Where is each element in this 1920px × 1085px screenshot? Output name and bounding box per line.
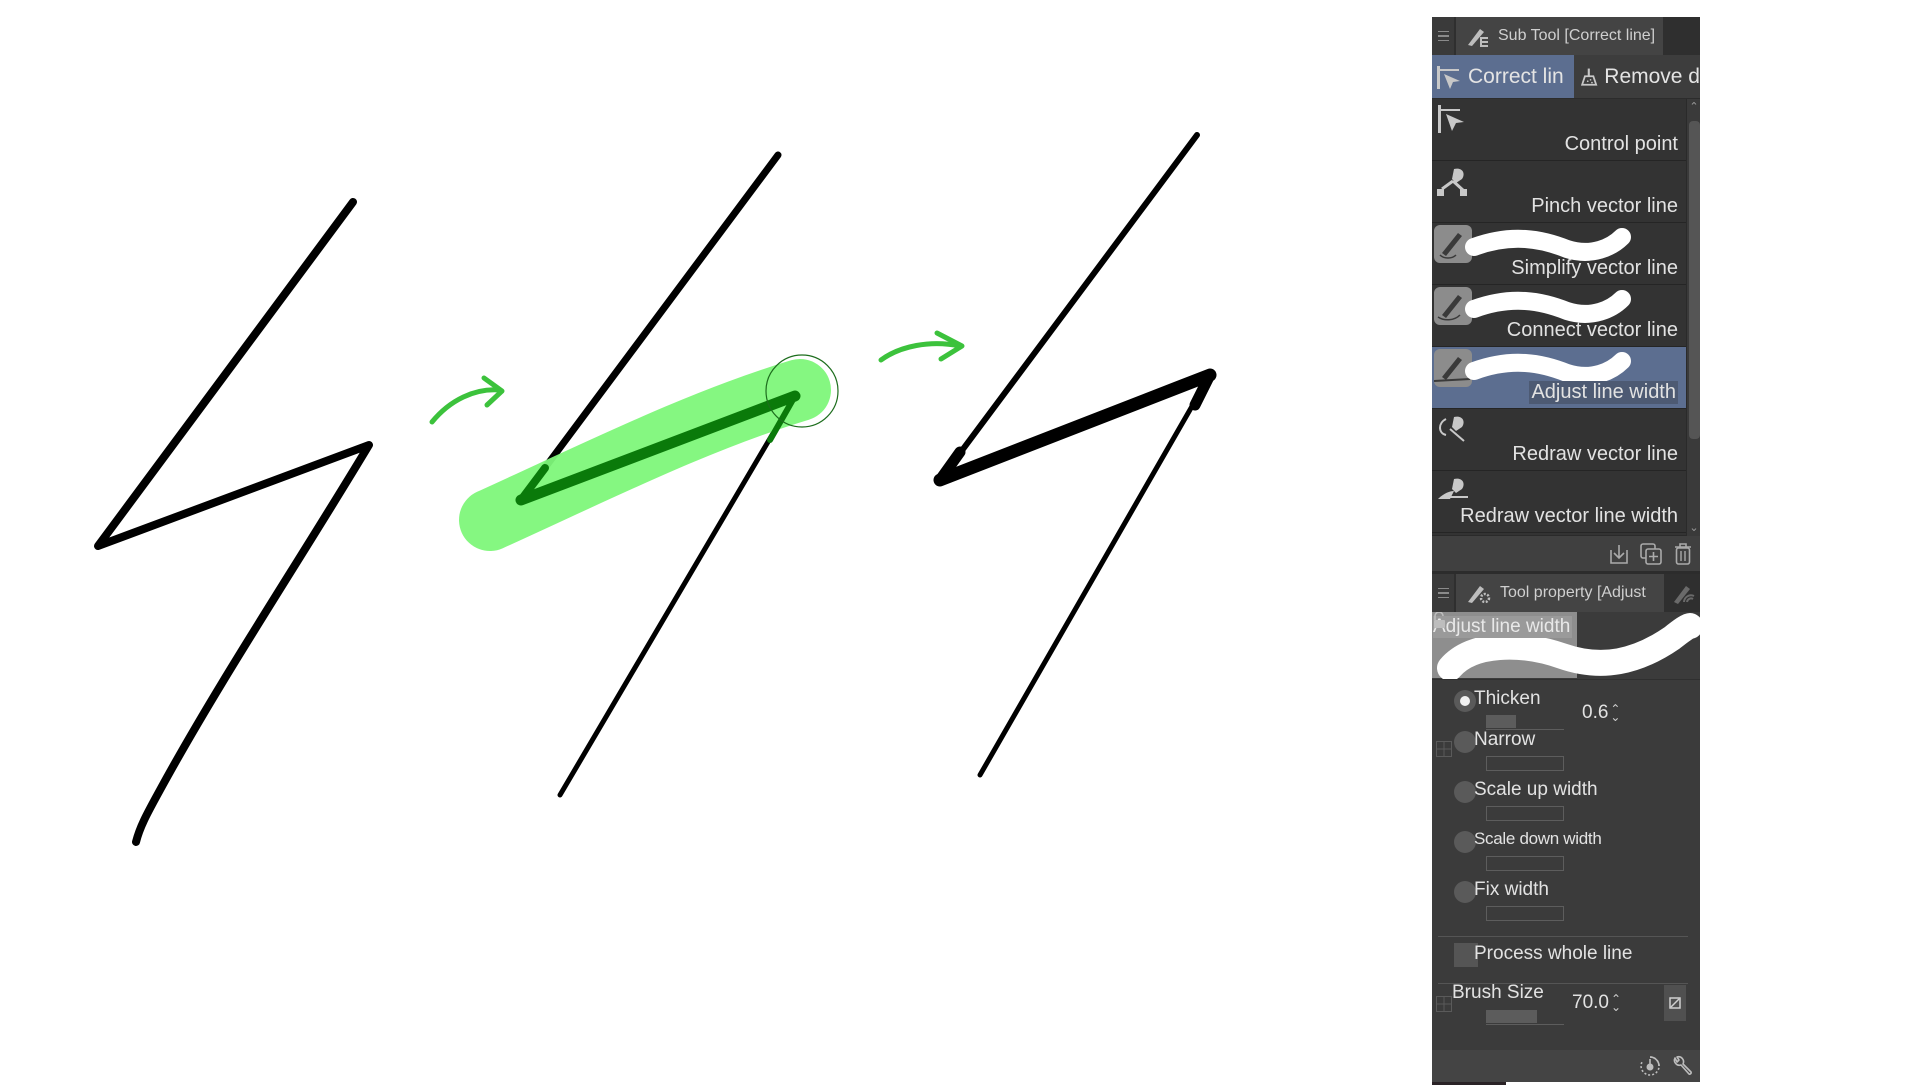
scale-down-slider[interactable] [1486, 856, 1564, 871]
tool-settings-button[interactable] [1670, 1054, 1694, 1078]
brush-size-value[interactable]: 70.0 ⌃ ⌄ [1572, 992, 1621, 1014]
spinner-icon[interactable]: ⌃ ⌄ [1610, 703, 1620, 723]
thicken-slider-fill [1486, 715, 1516, 728]
tool-property-icon [1468, 586, 1491, 604]
duplicate-subtool-button[interactable] [1638, 540, 1664, 568]
radio-narrow[interactable] [1454, 731, 1476, 753]
subtool-list: Control point Pinch vector line Simplify… [1432, 99, 1700, 536]
tool-panels: Sub Tool [Correct line] Correct lin Remo… [1432, 17, 1700, 1085]
subtool-adjust-line-width[interactable]: Adjust line width [1432, 347, 1700, 409]
scale-up-slider[interactable] [1486, 806, 1564, 821]
narrow-slider[interactable] [1486, 756, 1564, 771]
hamburger-icon[interactable] [1432, 17, 1454, 55]
process-whole-line-label: Process whole line [1474, 943, 1633, 964]
scroll-up-icon[interactable]: ⌃ [1687, 99, 1701, 115]
lock-icon[interactable] [1432, 612, 1446, 628]
subtool-list-scrollbar[interactable]: ⌃ ⌄ [1686, 99, 1700, 536]
hamburger-icon[interactable] [1432, 574, 1454, 612]
correct-line-pen-icon [1468, 29, 1488, 47]
tool-property-body: Thicken 0.6 ⌃ ⌄ Narrow Scale up width Sca… [1432, 680, 1700, 1040]
radio-thicken[interactable] [1454, 690, 1476, 712]
subtool-simplify-vector-line[interactable]: Simplify vector line [1432, 223, 1700, 285]
brush-size-slider[interactable] [1486, 1010, 1564, 1025]
trash-icon [1675, 542, 1691, 565]
expand-icon[interactable] [1436, 741, 1452, 757]
scroll-down-icon[interactable]: ⌄ [1687, 520, 1701, 536]
subtool-group-tabs: Correct lin Remove d [1432, 55, 1700, 99]
subtool-control-point[interactable]: Control point [1432, 99, 1700, 161]
duplicate-icon [1640, 542, 1662, 565]
control-point-icon [1438, 105, 1464, 133]
subtool-list-footer [1432, 536, 1700, 574]
brush-size-label: Brush Size [1452, 982, 1544, 1003]
fix-width-slider[interactable] [1486, 906, 1564, 921]
option-scale-down-width[interactable]: Scale down width [1454, 829, 1684, 881]
divider [1438, 936, 1688, 937]
pen-pressure-button[interactable] [1664, 985, 1686, 1021]
import-subtool-button[interactable] [1606, 540, 1632, 568]
subtool-connect-vector-line[interactable]: Connect vector line [1432, 285, 1700, 347]
tool-property-footer [1432, 1050, 1700, 1082]
thicken-slider[interactable] [1486, 715, 1564, 730]
scroll-thumb[interactable] [1689, 121, 1700, 439]
tool-property-title: Tool property [Adjust [1500, 584, 1646, 601]
subtool-panel-title: Sub Tool [Correct line] [1498, 27, 1656, 44]
subtool-redraw-vector-line[interactable]: Redraw vector line [1432, 409, 1700, 471]
canvas-illustration [94, 132, 1217, 846]
tool-preview: Adjust line width [1432, 612, 1700, 680]
subtool-pinch-vector-line[interactable]: Pinch vector line [1432, 161, 1700, 223]
original-stroke [94, 198, 373, 846]
dial-icon [1640, 1056, 1660, 1076]
subtool-panel-header: Sub Tool [Correct line] [1432, 17, 1700, 55]
thicken-value[interactable]: 0.6 ⌃ ⌄ [1582, 702, 1620, 724]
brush-size-slider-fill [1486, 1010, 1537, 1023]
option-fix-width[interactable]: Fix width [1454, 879, 1684, 931]
tab-remove-dust[interactable]: Remove d [1574, 55, 1700, 98]
tool-property-header: Tool property [Adjust [1432, 574, 1700, 612]
control-point-icon [1437, 66, 1460, 89]
subtool-panel-tab[interactable]: Sub Tool [Correct line] [1456, 17, 1664, 55]
radio-fix-width[interactable] [1454, 881, 1476, 903]
tool-property-tab[interactable]: Tool property [Adjust [1456, 574, 1664, 612]
step-arrow-1 [429, 375, 505, 425]
initial-settings-button[interactable] [1638, 1054, 1662, 1078]
radio-scale-down-width[interactable] [1454, 831, 1476, 853]
import-icon [1610, 544, 1628, 564]
pinch-vector-icon [1437, 168, 1467, 196]
option-scale-up-width[interactable]: Scale up width [1454, 779, 1684, 831]
tab-correct-line[interactable]: Correct lin [1432, 55, 1574, 98]
dustpan-icon [1580, 68, 1598, 86]
radio-scale-up-width[interactable] [1454, 781, 1476, 803]
adjusting-stroke [459, 151, 839, 798]
spinner-icon[interactable]: ⌃ ⌄ [1611, 993, 1621, 1013]
redraw-vector-icon [1439, 416, 1465, 442]
redraw-width-icon [1438, 478, 1468, 499]
subtool-redraw-vector-line-width[interactable]: Redraw vector line width [1432, 471, 1700, 533]
step-arrow-2 [878, 330, 965, 363]
wrench-icon [1673, 1055, 1692, 1075]
pressure-icon [1669, 997, 1681, 1009]
delete-subtool-button[interactable] [1670, 540, 1696, 568]
brush-size-icon[interactable] [1670, 580, 1696, 606]
result-stroke [933, 132, 1217, 778]
expand-icon[interactable] [1436, 996, 1452, 1012]
tool-preview-name: Adjust line width [1433, 616, 1573, 638]
option-narrow[interactable]: Narrow [1454, 729, 1684, 781]
